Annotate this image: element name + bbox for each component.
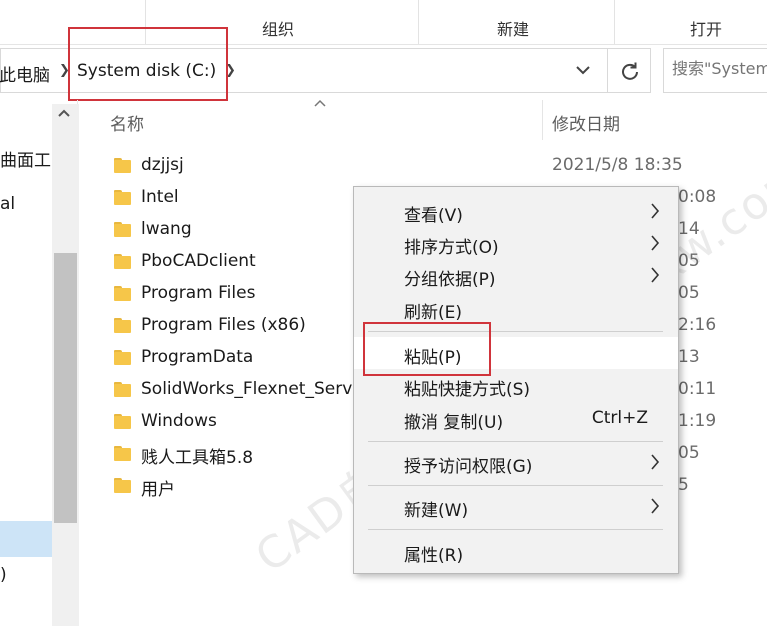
breadcrumb-this-pc[interactable]: 此电脑 xyxy=(0,61,50,86)
file-date: 13 xyxy=(678,347,700,367)
menu-item-refresh[interactable]: 刷新(E) xyxy=(354,292,678,324)
menu-item-sort[interactable]: 排序方式(O) xyxy=(354,227,678,259)
file-date: 2021/5/8 18:35 xyxy=(552,155,683,175)
file-name: lwang xyxy=(141,219,192,239)
menu-separator xyxy=(368,529,663,530)
file-date: 1:19 xyxy=(678,411,717,431)
folder-icon xyxy=(114,286,131,301)
file-name: Windows xyxy=(141,411,217,431)
file-date: 2:16 xyxy=(678,315,717,335)
column-header-date[interactable]: 修改日期 xyxy=(552,110,620,135)
folder-icon xyxy=(114,222,131,237)
file-date: 05 xyxy=(678,443,700,463)
nav-item-selected[interactable] xyxy=(0,521,52,557)
menu-separator xyxy=(368,485,663,486)
chevron-right-icon xyxy=(650,267,660,283)
menu-item-label: 排序方式(O) xyxy=(404,238,499,258)
menu-item-label: 新建(W) xyxy=(404,501,469,521)
refresh-icon[interactable] xyxy=(607,49,651,92)
column-divider[interactable] xyxy=(542,100,543,140)
folder-icon xyxy=(114,158,131,173)
file-name: Intel xyxy=(141,187,179,207)
menu-item-label: 属性(R) xyxy=(404,546,464,566)
menu-item-undo-copy[interactable]: 撤消 复制(U) Ctrl+Z xyxy=(354,402,678,434)
menu-item-label: 分组依据(P) xyxy=(404,270,496,290)
folder-icon xyxy=(114,318,131,333)
menu-item-label: 授予访问权限(G) xyxy=(404,457,533,477)
menu-item-label: 粘贴快捷方式(S) xyxy=(404,380,531,400)
file-row[interactable]: dzjjsj 2021/5/8 18:35 xyxy=(100,150,767,182)
chevron-right-icon xyxy=(650,498,660,514)
chevron-down-icon[interactable] xyxy=(573,59,593,81)
highlight-box-location xyxy=(68,27,228,101)
nav-item[interactable]: al xyxy=(0,194,15,214)
menu-item-grant-access[interactable]: 授予访问权限(G) xyxy=(354,446,678,478)
menu-item-view[interactable]: 查看(V) xyxy=(354,195,678,227)
file-name: Program Files xyxy=(141,283,256,303)
chevron-right-icon xyxy=(650,454,660,470)
folder-icon xyxy=(114,350,131,365)
ribbon-separator xyxy=(614,0,615,44)
file-name: ProgramData xyxy=(141,347,254,367)
ribbon-separator xyxy=(418,0,419,44)
file-date: 05 xyxy=(678,251,700,271)
file-date: 05 xyxy=(678,283,700,303)
menu-item-shortcut: Ctrl+Z xyxy=(591,408,648,428)
ribbon-group-organize[interactable]: 组织 xyxy=(262,16,294,40)
menu-item-label: 撤消 复制(U) xyxy=(404,413,504,433)
nav-item[interactable]: ) xyxy=(0,565,7,585)
file-name: PboCADclient xyxy=(141,251,256,271)
ribbon-group-open[interactable]: 打开 xyxy=(690,16,722,40)
file-name: SolidWorks_Flexnet_Serv xyxy=(141,379,353,399)
nav-item[interactable]: 曲面工 xyxy=(0,146,51,171)
file-name: dzjjsj xyxy=(141,155,184,175)
file-date: 5 xyxy=(678,475,689,495)
file-name: 贱人工具箱5.8 xyxy=(141,448,254,468)
menu-item-label: 查看(V) xyxy=(404,206,463,226)
menu-item-group-by[interactable]: 分组依据(P) xyxy=(354,259,678,291)
menu-separator xyxy=(368,441,663,442)
folder-icon xyxy=(114,478,131,493)
folder-icon xyxy=(114,254,131,269)
menu-item-new[interactable]: 新建(W) xyxy=(354,490,678,522)
file-date: 0:08 xyxy=(678,187,717,207)
file-name: Program Files (x86) xyxy=(141,315,306,335)
chevron-right-icon xyxy=(650,235,660,251)
context-menu: 查看(V) 排序方式(O) 分组依据(P) 刷新(E) 粘贴(P) 粘贴快捷方式… xyxy=(353,186,679,574)
menu-item-label: 刷新(E) xyxy=(404,303,463,323)
scroll-up-arrow-icon[interactable] xyxy=(58,107,70,121)
folder-icon xyxy=(114,190,131,205)
folder-icon xyxy=(114,414,131,429)
sort-ascending-icon xyxy=(314,97,326,110)
search-input[interactable] xyxy=(672,59,767,78)
menu-item-properties[interactable]: 属性(R) xyxy=(354,535,678,567)
nav-scrollbar-thumb[interactable] xyxy=(54,253,77,523)
ribbon-group-new[interactable]: 新建 xyxy=(497,16,529,40)
file-date: 14 xyxy=(678,219,700,239)
file-date: 0:11 xyxy=(678,379,717,399)
search-box[interactable] xyxy=(663,48,767,93)
folder-icon xyxy=(114,382,131,397)
highlight-box-paste xyxy=(363,322,491,376)
file-name: 用户 xyxy=(141,480,175,500)
column-header-name[interactable]: 名称 xyxy=(110,110,144,135)
folder-icon xyxy=(114,446,131,461)
chevron-right-icon xyxy=(650,203,660,219)
